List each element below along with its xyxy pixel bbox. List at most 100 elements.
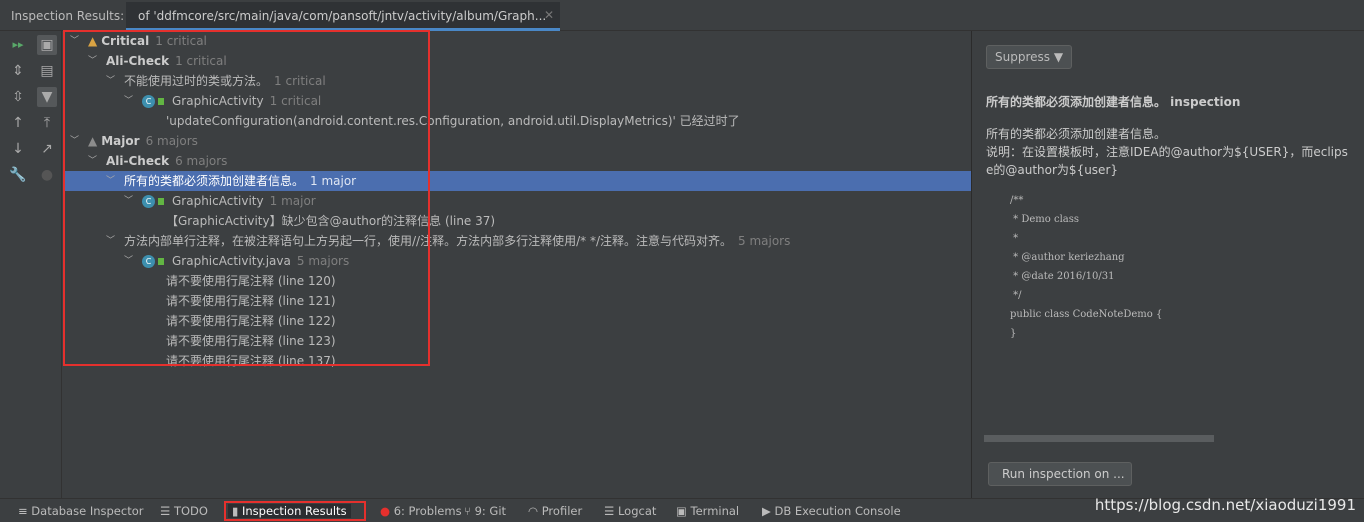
bulb-icon[interactable]: ● [37, 165, 57, 185]
tree-row[interactable]: ﹀ ▲ Major 6 majors [63, 131, 971, 151]
tree-row[interactable]: ﹀ C GraphicActivity 1 critical [63, 91, 971, 111]
row-count: 6 majors [145, 134, 198, 148]
collapse-all-icon[interactable]: ⇳ [8, 87, 28, 107]
settings-wrench-icon[interactable]: 🔧 [8, 165, 28, 185]
class-icon: C [142, 195, 155, 208]
next-icon[interactable]: ↓ [8, 139, 28, 159]
close-icon[interactable]: ✕ [544, 8, 554, 22]
row-label: 【GraphicActivity】缺少包含@author的注释信息 (line … [166, 214, 496, 228]
tree-row[interactable]: ﹀ Ali-Check 1 critical [63, 51, 971, 71]
tree-row[interactable]: ﹀ C GraphicActivity.java 5 majors [63, 251, 971, 271]
tree-row[interactable]: 【GraphicActivity】缺少包含@author的注释信息 (line … [63, 211, 971, 231]
tree-row[interactable]: ﹀ 不能使用过时的类或方法。 1 critical [63, 71, 971, 91]
chevron-down-icon[interactable]: ﹀ [70, 31, 82, 51]
row-label: Ali-Check [106, 54, 170, 68]
tool-window-header: Inspection Results: of 'ddfmcore/src/mai… [0, 0, 1364, 31]
tool-tab-inspection-results[interactable]: ▮ Inspection Results [228, 504, 351, 518]
tool-tab-label: 9: Git [474, 504, 507, 518]
row-label: 请不要使用行尾注释 (line 120) [166, 274, 336, 288]
tree-row[interactable]: ﹀ ▲ Critical 1 critical [63, 31, 971, 51]
inspection-description: 所有的类都必须添加创建者信息。 说明：在设置模板时，注意IDEA的@author… [986, 125, 1354, 179]
chevron-down-icon[interactable]: ﹀ [124, 191, 136, 211]
tree-row[interactable]: ﹀ C GraphicActivity 1 major [63, 191, 971, 211]
horizontal-scrollbar[interactable] [984, 435, 1214, 442]
chevron-down-icon[interactable]: ﹀ [106, 171, 118, 191]
row-label: Critical [101, 34, 150, 48]
tool-tab-6-problems[interactable]: ● 6: Problems [380, 504, 462, 518]
tool-icon: ≡ [18, 504, 32, 518]
tree-row[interactable]: 请不要使用行尾注释 (line 123) [63, 331, 971, 351]
unlock-icon [158, 98, 164, 105]
group-icon[interactable]: ▣ [37, 35, 57, 55]
tree-row[interactable]: 'updateConfiguration(android.content.res… [63, 111, 971, 131]
inspection-tree[interactable]: ﹀ ▲ Critical 1 critical ﹀ Ali-Check 1 critical… [63, 31, 971, 371]
run-inspection-button[interactable]: Run inspection on ... [988, 462, 1132, 486]
row-label: 请不要使用行尾注释 (line 121) [166, 294, 336, 308]
row-count: 5 majors [296, 254, 350, 268]
tool-tab-profiler[interactable]: ◠ Profiler [528, 504, 582, 518]
chevron-down-icon[interactable]: ﹀ [124, 91, 136, 111]
tool-tab-label: TODO [173, 504, 208, 518]
row-label: Ali-Check [106, 154, 170, 168]
row-label: 方法内部单行注释，在被注释语句上方另起一行，使用//注释。方法内部多行注释使用/… [124, 234, 732, 248]
chevron-down-icon[interactable]: ﹀ [88, 151, 100, 171]
warning-icon: ▲ [88, 34, 98, 48]
row-count: 1 critical [269, 94, 322, 108]
tool-tab-label: 6: Problems [393, 504, 462, 518]
module-icon[interactable]: ▤ [37, 61, 57, 81]
unlock-icon [158, 258, 164, 265]
tree-row[interactable]: ﹀ 方法内部单行注释，在被注释语句上方另起一行，使用//注释。方法内部多行注释使用… [63, 231, 971, 251]
tool-icon: ◠ [528, 504, 542, 518]
tool-tab-database-inspector[interactable]: ≡ Database Inspector [18, 504, 143, 518]
tool-tab-9-git[interactable]: ⑂ 9: Git [464, 504, 506, 518]
chevron-down-icon[interactable]: ﹀ [106, 231, 118, 251]
tree-row[interactable]: 请不要使用行尾注释 (line 137) [63, 351, 971, 371]
tree-row[interactable]: 请不要使用行尾注释 (line 121) [63, 291, 971, 311]
row-label: GraphicActivity [172, 194, 264, 208]
tool-icon: ⑂ [464, 504, 475, 518]
row-label: GraphicActivity.java [172, 254, 291, 268]
rerun-icon[interactable]: ▸▸ [8, 35, 28, 55]
tree-row[interactable]: 请不要使用行尾注释 (line 122) [63, 311, 971, 331]
tool-tab-label: Profiler [541, 504, 583, 518]
row-count: 6 majors [175, 154, 228, 168]
tool-tab-label: DB Execution Console [774, 504, 901, 518]
filter-icon[interactable]: ▼ [37, 87, 57, 107]
tab-label: of 'ddfmcore/src/main/java/com/pansoft/j… [138, 9, 547, 23]
row-count: 1 major [269, 194, 316, 208]
watermark: https://blog.csdn.net/xiaoduzi1991 [1094, 496, 1356, 514]
chevron-down-icon[interactable]: ﹀ [70, 131, 82, 151]
prev-icon[interactable]: ↑ [8, 113, 28, 133]
row-count: 5 majors [738, 234, 791, 248]
tool-tab-terminal[interactable]: ▣ Terminal [676, 504, 739, 518]
expand-all-icon[interactable]: ⇕ [8, 61, 28, 81]
tool-window-title: Inspection Results: [11, 9, 125, 23]
class-icon: C [142, 95, 155, 108]
tool-tab-todo[interactable]: ☰ TODO [160, 504, 208, 518]
tree-row[interactable]: ﹀ Ali-Check 6 majors [63, 151, 971, 171]
warning-icon: ▲ [88, 134, 98, 148]
tool-tab-logcat[interactable]: ☰ Logcat [604, 504, 656, 518]
chevron-down-icon[interactable]: ﹀ [88, 51, 100, 71]
code-example: /** * Demo class * * @author keriezhang … [1010, 195, 1163, 339]
suppress-button[interactable]: Suppress ▼ [986, 45, 1072, 69]
row-label: 所有的类都必须添加创建者信息。 [124, 174, 305, 188]
tool-icon: ● [380, 504, 394, 518]
tree-row[interactable]: 请不要使用行尾注释 (line 120) [63, 271, 971, 291]
tree-row[interactable]: ﹀ 所有的类都必须添加创建者信息。 1 major [63, 171, 971, 191]
chevron-down-icon[interactable]: ﹀ [106, 71, 118, 91]
results-tab[interactable]: of 'ddfmcore/src/main/java/com/pansoft/j… [126, 2, 560, 31]
row-count: 1 critical [175, 54, 227, 68]
row-label: GraphicActivity [172, 94, 264, 108]
open-external-icon[interactable]: ↗ [37, 139, 57, 159]
tool-tab-db-execution-console[interactable]: ▶ DB Execution Console [762, 504, 901, 518]
export-up-icon[interactable]: ⤒ [37, 113, 57, 133]
tool-tab-label: Logcat [617, 504, 657, 518]
tool-tab-label: Inspection Results [241, 504, 347, 518]
row-label: 'updateConfiguration(android.content.res… [166, 114, 740, 128]
chevron-down-icon[interactable]: ﹀ [124, 251, 136, 271]
tool-icon: ▮ [232, 504, 242, 518]
tool-tab-label: Database Inspector [31, 504, 144, 518]
details-panel: Suppress ▼ 所有的类都必须添加创建者信息。 inspection 所有… [971, 31, 1364, 498]
description-line: 说明：在设置模板时，注意IDEA的@author为${USER}，而eclips… [986, 145, 1348, 177]
